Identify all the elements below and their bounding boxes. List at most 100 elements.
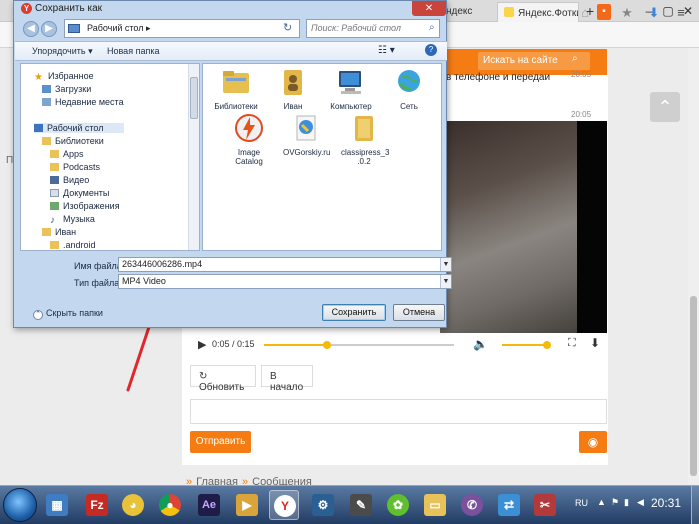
screenshot-tool-icon: ✂ bbox=[534, 494, 556, 516]
taskbar-app-chrome[interactable]: ● bbox=[155, 490, 185, 520]
star-icon[interactable]: ★ bbox=[619, 5, 635, 21]
nav-item-images[interactable]: Изображения bbox=[50, 201, 120, 211]
camera-button[interactable]: ◉ bbox=[579, 431, 607, 453]
taskbar-app-icq[interactable]: ✿ bbox=[383, 490, 413, 520]
video-progress-knob[interactable] bbox=[322, 341, 331, 349]
media-icon: ▶ bbox=[236, 494, 258, 516]
file-item-image-catalog[interactable]: Image Catalog bbox=[226, 113, 272, 166]
nav-item-label: Видео bbox=[63, 175, 90, 185]
taskbar-app-yandex-browser[interactable]: Y bbox=[269, 490, 299, 520]
refresh-icon[interactable]: ↻ bbox=[283, 21, 292, 34]
to-start-button[interactable]: В начало bbox=[261, 365, 313, 393]
nav-item-apps[interactable]: Apps bbox=[50, 149, 84, 159]
download-icon[interactable]: ⬇ bbox=[590, 336, 600, 350]
nav-scrollbar-thumb[interactable] bbox=[190, 77, 198, 119]
nav-item-ivan[interactable]: Иван bbox=[42, 227, 76, 237]
tray-flag-icon[interactable]: ⚑ bbox=[611, 497, 619, 508]
file-item-network[interactable]: Сеть bbox=[386, 67, 432, 111]
nav-item-favorites[interactable]: ★ Избранное bbox=[34, 71, 94, 83]
search-icon[interactable]: ⌕ bbox=[429, 22, 435, 33]
send-button[interactable]: Отправить bbox=[190, 431, 251, 453]
filetype-select[interactable]: MP4 Video bbox=[118, 274, 452, 289]
taskbar-app-viber[interactable]: ✆ bbox=[457, 490, 487, 520]
site-menu-icon[interactable]: ▪ bbox=[597, 4, 611, 20]
show-desktop-button[interactable] bbox=[691, 486, 699, 524]
taskbar-app-bird[interactable]: ◕ bbox=[118, 490, 148, 520]
file-item-ivan[interactable]: Иван bbox=[270, 67, 316, 111]
video-progress-fill bbox=[264, 344, 327, 346]
path-bar[interactable]: Рабочий стол ▸ bbox=[64, 19, 300, 38]
chevron-right-icon[interactable]: ▸ bbox=[146, 23, 151, 33]
taskbar-app-wolf[interactable]: ✎ bbox=[346, 490, 376, 520]
file-item-libraries[interactable]: Библиотеки bbox=[213, 67, 259, 111]
menu-icon[interactable]: ≡ bbox=[673, 5, 689, 21]
taskbar-app-folder[interactable]: ▭ bbox=[420, 490, 450, 520]
user-folder-icon bbox=[42, 228, 51, 236]
nav-item-label: Библиотеки bbox=[55, 136, 104, 146]
file-label: Библиотеки bbox=[214, 102, 258, 111]
organize-menu[interactable]: Упорядочить ▾ bbox=[32, 46, 93, 57]
hide-folders-label: Скрыть папки bbox=[46, 308, 103, 318]
dialog-close-button[interactable]: ✕ bbox=[412, 1, 446, 16]
search-icon[interactable]: ⌕ bbox=[572, 53, 586, 67]
music-icon: ♪ bbox=[50, 215, 55, 226]
save-button[interactable]: Сохранить bbox=[322, 304, 386, 321]
clock[interactable]: 20:31 bbox=[651, 496, 681, 510]
nav-item-downloads[interactable]: Загрузки bbox=[42, 84, 91, 94]
lock-icon[interactable]: ⌂ bbox=[577, 5, 593, 21]
dialog-title: Сохранить как bbox=[35, 3, 103, 14]
nav-item-podcasts[interactable]: Podcasts bbox=[50, 162, 100, 172]
tray-volume-icon[interactable]: ◀ bbox=[637, 497, 644, 508]
view-options-icon[interactable]: ☷ ▾ bbox=[378, 45, 395, 56]
filetype-label: Тип файла: bbox=[74, 278, 122, 288]
taskbar-app-gear[interactable]: ⚙ bbox=[308, 490, 338, 520]
nav-item-android[interactable]: .android bbox=[50, 240, 96, 250]
nav-item-libraries[interactable]: Библиотеки bbox=[42, 136, 104, 146]
volume-slider[interactable] bbox=[502, 344, 547, 346]
taskbar-app-screenshot[interactable]: ✂ bbox=[530, 490, 560, 520]
new-folder-button[interactable]: Новая папка bbox=[107, 46, 159, 56]
volume-knob[interactable] bbox=[543, 341, 551, 349]
taskbar-app-explorer[interactable]: ▦ bbox=[42, 490, 72, 520]
nav-item-documents[interactable]: Документы bbox=[50, 188, 109, 198]
dialog-search-input[interactable]: Поиск: Рабочий стол bbox=[306, 19, 440, 38]
nav-item-recent[interactable]: Недавние места bbox=[42, 97, 124, 107]
taskbar-app-media[interactable]: ▶ bbox=[232, 490, 262, 520]
play-icon[interactable]: ▶ bbox=[198, 338, 206, 351]
refresh-label: Обновить bbox=[199, 382, 245, 393]
language-indicator[interactable]: RU bbox=[575, 498, 588, 508]
page-scrollbar-thumb[interactable] bbox=[690, 296, 697, 476]
cancel-button[interactable]: Отмена bbox=[393, 304, 445, 321]
refresh-button[interactable]: ↻ Обновить bbox=[190, 365, 256, 393]
start-button[interactable] bbox=[3, 488, 37, 522]
help-icon[interactable]: ? bbox=[425, 44, 437, 56]
browser-tab-yandex-photos[interactable]: Яндекс.Фотки bbox=[497, 2, 579, 22]
filename-input[interactable]: 263446006286.mp4 bbox=[118, 257, 452, 272]
message-input[interactable] bbox=[190, 399, 607, 424]
fullscreen-icon[interactable]: ⛶ bbox=[568, 337, 576, 350]
taskbar-app-after-effects[interactable]: Ae bbox=[194, 490, 224, 520]
hide-folders-toggle[interactable]: ⌃ Скрыть папки bbox=[33, 308, 103, 320]
download-arrow-icon[interactable]: ⬇ bbox=[646, 5, 662, 21]
file-item-computer[interactable]: Компьютер bbox=[328, 67, 374, 111]
browser-tab-yandex[interactable]: ндекс bbox=[440, 2, 496, 22]
file-item-classipress[interactable]: classipress_3 .0.2 bbox=[341, 113, 389, 166]
nav-item-video[interactable]: Видео bbox=[50, 175, 89, 185]
chevron-down-icon[interactable]: ▼ bbox=[440, 258, 451, 271]
image-catalog-icon bbox=[235, 114, 263, 142]
taskbar-app-network[interactable]: ⇄ bbox=[494, 490, 524, 520]
forward-icon[interactable]: ▶ bbox=[41, 21, 57, 37]
tray-network-icon[interactable]: ▮ bbox=[624, 497, 629, 508]
tray-expand-icon[interactable]: ▲ bbox=[597, 497, 606, 507]
volume-icon[interactable]: 🔈 bbox=[473, 337, 488, 351]
scroll-to-top-button[interactable]: ⌃ bbox=[650, 92, 680, 122]
taskbar-app-filezilla[interactable]: Fz bbox=[82, 490, 112, 520]
computer-icon bbox=[339, 71, 361, 94]
back-icon[interactable]: ◀ bbox=[23, 21, 39, 37]
file-item-ovgorskiy[interactable]: OVGorskiy.ru bbox=[283, 113, 330, 157]
yandex-browser-icon: Y bbox=[21, 3, 32, 14]
chevron-down-icon[interactable]: ▼ bbox=[440, 275, 451, 288]
star-icon: ★ bbox=[34, 72, 43, 83]
nav-item-desktop[interactable]: Рабочий стол bbox=[34, 123, 124, 133]
nav-item-music[interactable]: ♪ Музыка bbox=[50, 214, 95, 226]
